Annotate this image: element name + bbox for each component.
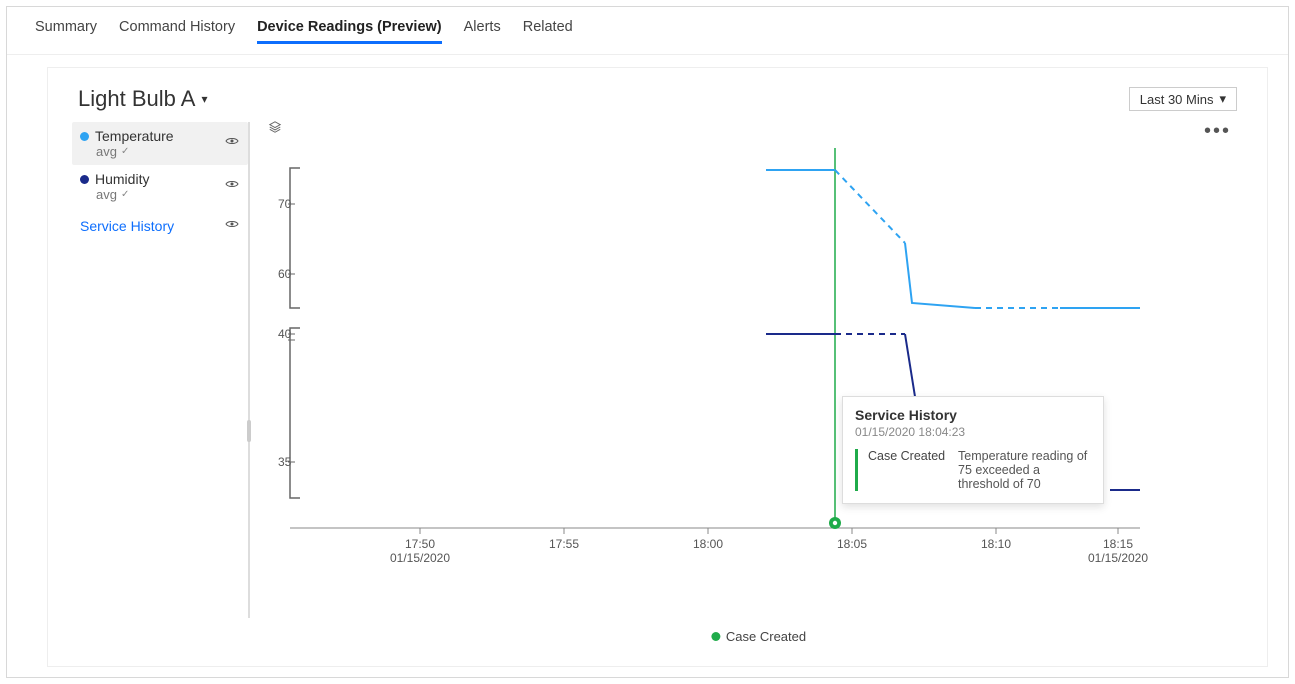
tab-device-readings[interactable]: Device Readings (Preview): [257, 19, 442, 44]
x-tick-5: 18:10: [981, 528, 1011, 551]
tooltip-accent-bar: [855, 449, 858, 491]
tooltip-timestamp: 01/15/2020 18:04:23: [855, 425, 1091, 439]
tooltip-event-label: Case Created: [868, 449, 948, 491]
visibility-toggle-icon[interactable]: [224, 133, 240, 154]
tabs-bar: Summary Command History Device Readings …: [7, 7, 1288, 55]
x-tick-4: 18:05: [837, 528, 867, 551]
x-tick-1: 17:50 01/15/2020: [390, 528, 450, 565]
chevron-down-icon[interactable]: ✓: [121, 146, 129, 157]
svg-text:17:55: 17:55: [549, 537, 579, 551]
legend-sidebar: Temperature avg ✓: [48, 118, 248, 646]
svg-text:18:05: 18:05: [837, 537, 867, 551]
chevron-down-icon[interactable]: ✓: [121, 189, 129, 200]
device-title-text: Light Bulb A: [78, 86, 195, 112]
x-tick-2: 17:55: [549, 528, 579, 551]
visibility-toggle-icon[interactable]: [224, 216, 240, 235]
legend-item-service-history[interactable]: Service History: [72, 208, 248, 241]
content-panel: Light Bulb A ▾ Last 30 Mins ▾ Temperatur…: [47, 67, 1268, 667]
svg-text:17:50: 17:50: [405, 537, 435, 551]
layers-icon[interactable]: [268, 120, 282, 139]
title-row: Light Bulb A ▾ Last 30 Mins ▾: [48, 68, 1267, 118]
x-tick-6: 18:15 01/15/2020: [1088, 528, 1148, 565]
svg-text:01/15/2020: 01/15/2020: [1088, 551, 1148, 565]
bottom-legend-label: Case Created: [726, 629, 806, 644]
chart-more-menu[interactable]: •••: [1204, 120, 1231, 143]
tab-alerts[interactable]: Alerts: [464, 19, 501, 44]
legend-label-text: Temperature: [95, 128, 174, 144]
legend-agg-text: avg: [96, 144, 117, 159]
svg-text:01/15/2020: 01/15/2020: [390, 551, 450, 565]
legend-item-temperature[interactable]: Temperature avg ✓: [72, 122, 248, 165]
chart-area: ••• 70 60 40 35: [250, 118, 1267, 646]
legend-link-text: Service History: [80, 218, 174, 234]
tooltip-event-detail: Temperature reading of 75 exceeded a thr…: [958, 449, 1091, 491]
device-title-dropdown[interactable]: Light Bulb A ▾: [78, 86, 207, 112]
x-tick-3: 18:00: [693, 528, 723, 551]
legend-item-humidity[interactable]: Humidity avg ✓: [72, 165, 248, 208]
legend-agg-text: avg: [96, 187, 117, 202]
legend-label-text: Humidity: [95, 171, 149, 187]
time-range-select[interactable]: Last 30 Mins ▾: [1129, 87, 1237, 111]
tab-command-history[interactable]: Command History: [119, 19, 235, 44]
tab-summary[interactable]: Summary: [35, 19, 97, 44]
caret-down-icon: ▾: [201, 92, 207, 106]
visibility-toggle-icon[interactable]: [224, 176, 240, 197]
event-dot-icon: [711, 632, 720, 641]
time-range-label: Last 30 Mins: [1140, 92, 1214, 107]
app-frame: Summary Command History Device Readings …: [6, 6, 1289, 678]
tab-related[interactable]: Related: [523, 19, 573, 44]
bottom-legend: Case Created: [711, 629, 806, 644]
body-row: Temperature avg ✓: [48, 118, 1267, 646]
tooltip-title: Service History: [855, 407, 1091, 423]
caret-down-icon: ▾: [1219, 91, 1226, 107]
svg-text:18:10: 18:10: [981, 537, 1011, 551]
svg-text:18:15: 18:15: [1103, 537, 1133, 551]
chart-svg: 70 60 40 35 17:50 01/: [260, 128, 1160, 598]
event-tooltip: Service History 01/15/2020 18:04:23 Case…: [842, 396, 1104, 504]
humidity-dot-icon: [80, 175, 89, 184]
temperature-dot-icon: [80, 132, 89, 141]
svg-text:18:00: 18:00: [693, 537, 723, 551]
